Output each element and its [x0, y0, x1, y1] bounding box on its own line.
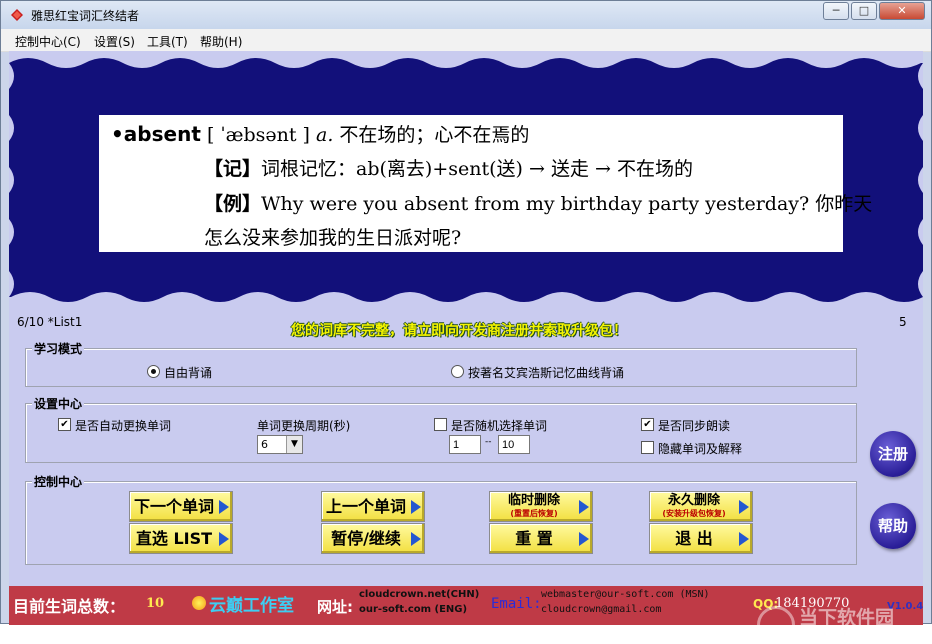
free-recite-label[interactable]: 自由背诵	[164, 364, 212, 381]
temp-delete-button[interactable]: 临时删除 (重置后恢复)	[489, 491, 593, 522]
close-icon: ✕	[897, 4, 907, 17]
menu-control-center[interactable]: 控制中心(C)	[15, 33, 81, 50]
study-mode-group: 学习模式 自由背诵 按著名艾宾浩斯记忆曲线背诵	[25, 340, 857, 387]
settings-group: 设置中心 ✔ 是否自动更换单词 单词更换周期(秒) 6 ▼ 是否随机选择单词 -…	[25, 395, 857, 463]
control-legend: 控制中心	[32, 473, 85, 490]
website-link-2[interactable]: our-soft.com (ENG)	[359, 604, 467, 615]
hide-words-checkbox[interactable]	[641, 441, 654, 454]
perm-delete-button[interactable]: 永久删除 (安装升级包恢复)	[649, 491, 753, 522]
studio-name: 云巅工作室	[209, 596, 294, 616]
reset-button[interactable]: 重 置	[489, 523, 593, 554]
prev-word-label: 上一个单词	[325, 497, 406, 516]
chevron-down-icon[interactable]: ▼	[286, 436, 302, 453]
website-link-1[interactable]: cloudcrown.net(CHN)	[359, 589, 479, 600]
play-arrow-icon	[219, 500, 229, 514]
play-arrow-icon	[579, 532, 589, 546]
menu-tools[interactable]: 工具(T)	[147, 33, 188, 50]
app-window: 雅思红宝词汇终结者 ─ □ ✕ 控制中心(C) 设置(S) 工具(T) 帮助(H…	[0, 0, 932, 644]
curve-recite-label[interactable]: 按著名艾宾浩斯记忆曲线背诵	[468, 364, 624, 381]
sun-logo-icon	[192, 596, 206, 610]
maximize-button[interactable]: □	[851, 2, 877, 20]
period-label: 单词更换周期(秒)	[257, 419, 351, 433]
headword: absent	[123, 122, 201, 146]
phonetic: [ ˈæbsənt ]	[206, 124, 310, 146]
auto-change-checkbox[interactable]: ✔	[58, 418, 71, 431]
exit-button[interactable]: 退 出	[649, 523, 753, 554]
memory-tag: 【记】	[204, 158, 262, 180]
app-logo-icon	[11, 9, 23, 21]
menu-bar: 控制中心(C) 设置(S) 工具(T) 帮助(H)	[1, 29, 931, 52]
title-bar[interactable]: 雅思红宝词汇终结者 ─ □ ✕	[1, 1, 931, 29]
play-arrow-icon	[411, 500, 421, 514]
website-label: 网址:	[317, 598, 353, 616]
minimize-icon: ─	[832, 4, 840, 17]
pick-list-button[interactable]: 直选 LIST	[129, 523, 233, 554]
pause-resume-label: 暂停/继续	[331, 529, 401, 548]
example-line-2: 怎么没来参加我的生日派对呢?	[204, 227, 462, 249]
menu-help[interactable]: 帮助(H)	[200, 33, 242, 50]
period-select[interactable]: 6 ▼	[257, 435, 303, 454]
email-label: Email:	[491, 596, 542, 612]
curve-recite-radio[interactable]	[451, 365, 464, 378]
hide-words-label[interactable]: 隐藏单词及解释	[658, 440, 742, 457]
progress-text: 6/10 *List1	[17, 315, 83, 329]
pause-resume-button[interactable]: 暂停/继续	[321, 523, 425, 554]
play-arrow-icon	[579, 500, 589, 514]
help-button[interactable]: 帮助	[870, 503, 916, 549]
settings-legend: 设置中心	[32, 395, 85, 412]
word-count-value: 10	[146, 596, 165, 611]
meaning: 不在场的；心不在焉的	[339, 124, 530, 146]
control-group: 控制中心 下一个单词 上一个单词 临时删除 (重置后恢复) 永久删除 (安装升级…	[25, 473, 857, 565]
range-from-input[interactable]	[449, 435, 481, 454]
play-arrow-icon	[219, 532, 229, 546]
word-count-label: 目前生词总数：	[13, 597, 126, 616]
part-of-speech: a.	[316, 124, 334, 146]
play-arrow-icon	[411, 532, 421, 546]
exit-label: 退 出	[675, 529, 713, 548]
perm-delete-sub: (安装升级包恢复)	[662, 509, 726, 518]
close-button[interactable]: ✕	[879, 2, 925, 20]
sync-read-checkbox[interactable]: ✔	[641, 418, 654, 431]
memory-line: 【记】词根记忆：ab(离去)+sent(送) → 送走 → 不在场的	[204, 152, 693, 187]
random-select-checkbox[interactable]	[434, 418, 447, 431]
example-text: Why were you absent from my birthday par…	[261, 193, 873, 215]
example-line: 【例】Why were you absent from my birthday …	[204, 187, 872, 222]
reset-label: 重 置	[515, 529, 553, 548]
word-card: •absent [ ˈæbsənt ] a. 不在场的；心不在焉的 【记】词根记…	[99, 115, 872, 252]
study-mode-legend: 学习模式	[32, 340, 85, 357]
next-word-label: 下一个单词	[133, 497, 214, 516]
prev-word-button[interactable]: 上一个单词	[321, 491, 425, 522]
free-recite-radio[interactable]	[147, 365, 160, 378]
minimize-button[interactable]: ─	[823, 2, 849, 20]
maximize-icon: □	[858, 4, 870, 17]
play-arrow-icon	[739, 500, 749, 514]
warning-text: 您的词库不完整，请立即向开发商注册并索取升级包！	[291, 323, 627, 339]
sync-read-label[interactable]: 是否同步朗读	[658, 417, 730, 434]
next-word-button[interactable]: 下一个单词	[129, 491, 233, 522]
watermark-text: 当下软件园	[799, 607, 895, 629]
memory-text: 词根记忆：ab(离去)+sent(送) → 送走 → 不在场的	[261, 158, 693, 180]
random-select-label[interactable]: 是否随机选择单词	[451, 417, 547, 434]
period-value: 6	[261, 438, 268, 451]
main-panel: •absent [ ˈæbsənt ] a. 不在场的；心不在焉的 【记】词根记…	[9, 51, 923, 644]
watermark-logo-icon	[757, 606, 795, 644]
email-link-1[interactable]: webmaster@our-soft.com (MSN)	[541, 589, 710, 600]
pick-list-label: 直选 LIST	[135, 529, 213, 548]
example-tag: 【例】	[204, 193, 262, 215]
email-link-2[interactable]: cloudcrown@gmail.com	[541, 604, 661, 615]
play-arrow-icon	[739, 532, 749, 546]
register-button[interactable]: 注册	[870, 431, 916, 477]
range-to-input[interactable]	[498, 435, 530, 454]
auto-change-label[interactable]: 是否自动更换单词	[75, 417, 171, 434]
temp-delete-sub: (重置后恢复)	[510, 509, 558, 518]
right-counter: 5	[899, 315, 907, 329]
word-headline: •absent [ ˈæbsənt ] a. 不在场的；心不在焉的	[111, 122, 530, 146]
window-title: 雅思红宝词汇终结者	[31, 9, 140, 23]
range-separator: --	[485, 437, 492, 447]
menu-settings[interactable]: 设置(S)	[94, 33, 135, 50]
